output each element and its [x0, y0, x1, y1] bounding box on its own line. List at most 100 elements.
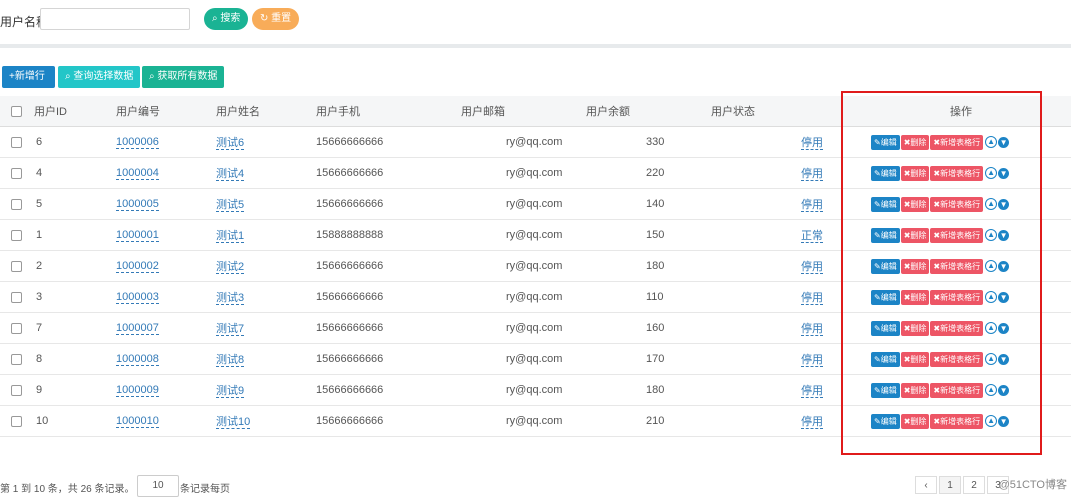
- edit-button[interactable]: ✎编辑: [871, 258, 900, 274]
- cell-name-link[interactable]: 测试2: [216, 261, 245, 274]
- edit-button[interactable]: ✎编辑: [871, 165, 900, 181]
- move-up-icon[interactable]: ▲: [985, 415, 998, 427]
- table-row[interactable]: 8 1000008 测试8 15666666666 ry@qq.com 170 停用 ✎编辑 ✖…: [0, 343, 1071, 375]
- edit-button[interactable]: ✎编辑: [871, 196, 900, 212]
- query-selected-button[interactable]: ⌕ 查询选择数据: [58, 66, 140, 88]
- row-checkbox[interactable]: [0, 126, 34, 158]
- add-table-row-button[interactable]: ✖新增表格行: [930, 196, 984, 212]
- edit-button[interactable]: ✎编辑: [871, 320, 900, 336]
- page-1[interactable]: 1: [939, 476, 961, 494]
- move-down-icon[interactable]: ▼: [998, 167, 1010, 179]
- edit-button[interactable]: ✎编辑: [871, 351, 900, 367]
- cell-name-link[interactable]: 测试10: [216, 416, 251, 429]
- move-up-icon[interactable]: ▲: [985, 167, 998, 179]
- cell-status-link[interactable]: 停用: [801, 385, 823, 398]
- move-up-icon[interactable]: ▲: [985, 322, 998, 334]
- delete-button[interactable]: ✖删除: [900, 413, 930, 429]
- row-checkbox[interactable]: [0, 281, 34, 313]
- cell-name-link[interactable]: 测试3: [216, 292, 245, 305]
- col-user-id[interactable]: 用户ID: [34, 96, 116, 127]
- page-size-select[interactable]: 10: [137, 475, 179, 497]
- move-up-icon[interactable]: ▲: [985, 229, 998, 241]
- table-row[interactable]: 10 1000010 测试10 15666666666 ry@qq.com 210 停用 ✎编…: [0, 405, 1071, 437]
- delete-button[interactable]: ✖删除: [900, 289, 930, 305]
- move-down-icon[interactable]: ▼: [998, 384, 1010, 396]
- table-row[interactable]: 2 1000002 测试2 15666666666 ry@qq.com 180 停用 ✎编辑 ✖…: [0, 250, 1071, 282]
- cell-code-link[interactable]: 1000010: [116, 415, 159, 428]
- delete-button[interactable]: ✖删除: [900, 258, 930, 274]
- table-row[interactable]: 5 1000005 测试5 15666666666 ry@qq.com 140 停用 ✎编辑 ✖…: [0, 188, 1071, 220]
- select-all-checkbox[interactable]: [0, 96, 34, 127]
- table-row[interactable]: 9 1000009 测试9 15666666666 ry@qq.com 180 停用 ✎编辑 ✖…: [0, 374, 1071, 406]
- cell-status-link[interactable]: 停用: [801, 168, 823, 181]
- cell-code-link[interactable]: 1000009: [116, 384, 159, 397]
- move-down-icon[interactable]: ▼: [998, 260, 1010, 272]
- edit-button[interactable]: ✎编辑: [871, 413, 900, 429]
- cell-code-link[interactable]: 1000005: [116, 198, 159, 211]
- prev-page[interactable]: ‹: [915, 476, 937, 494]
- cell-code-link[interactable]: 1000002: [116, 260, 159, 273]
- cell-name-link[interactable]: 测试9: [216, 385, 245, 398]
- get-all-button[interactable]: ⌕ 获取所有数据: [142, 66, 224, 88]
- cell-status-link[interactable]: 停用: [801, 416, 823, 429]
- col-user-balance[interactable]: 用户余额: [586, 96, 711, 127]
- edit-button[interactable]: ✎编辑: [871, 134, 900, 150]
- edit-button[interactable]: ✎编辑: [871, 227, 900, 243]
- add-table-row-button[interactable]: ✖新增表格行: [930, 165, 984, 181]
- cell-name-link[interactable]: 测试7: [216, 323, 245, 336]
- move-up-icon[interactable]: ▲: [985, 198, 998, 210]
- delete-button[interactable]: ✖删除: [900, 351, 930, 367]
- add-table-row-button[interactable]: ✖新增表格行: [930, 382, 984, 398]
- row-checkbox[interactable]: [0, 374, 34, 406]
- move-down-icon[interactable]: ▼: [998, 291, 1010, 303]
- add-table-row-button[interactable]: ✖新增表格行: [930, 258, 984, 274]
- cell-name-link[interactable]: 测试5: [216, 199, 245, 212]
- delete-button[interactable]: ✖删除: [900, 196, 930, 212]
- row-checkbox[interactable]: [0, 250, 34, 282]
- row-checkbox[interactable]: [0, 157, 34, 189]
- cell-status-link[interactable]: 停用: [801, 323, 823, 336]
- cell-code-link[interactable]: 1000001: [116, 229, 159, 242]
- cell-name-link[interactable]: 测试6: [216, 137, 245, 150]
- add-table-row-button[interactable]: ✖新增表格行: [930, 320, 984, 336]
- delete-button[interactable]: ✖删除: [900, 320, 930, 336]
- add-row-button[interactable]: +新增行: [2, 66, 55, 88]
- move-up-icon[interactable]: ▲: [985, 136, 998, 148]
- row-checkbox[interactable]: [0, 343, 34, 375]
- cell-status-link[interactable]: 停用: [801, 137, 823, 150]
- delete-button[interactable]: ✖删除: [900, 165, 930, 181]
- move-up-icon[interactable]: ▲: [985, 353, 998, 365]
- table-row[interactable]: 1 1000001 测试1 15888888888 ry@qq.com 150 正常 ✎编辑 ✖…: [0, 219, 1071, 251]
- col-user-email[interactable]: 用户邮箱: [461, 96, 586, 127]
- move-down-icon[interactable]: ▼: [998, 322, 1010, 334]
- col-user-status[interactable]: 用户状态: [711, 96, 851, 127]
- add-table-row-button[interactable]: ✖新增表格行: [930, 227, 984, 243]
- col-user-code[interactable]: 用户编号: [116, 96, 216, 127]
- col-user-name[interactable]: 用户姓名: [216, 96, 316, 127]
- delete-button[interactable]: ✖删除: [900, 227, 930, 243]
- move-down-icon[interactable]: ▼: [998, 136, 1010, 148]
- move-down-icon[interactable]: ▼: [998, 353, 1010, 365]
- cell-status-link[interactable]: 正常: [801, 230, 823, 243]
- cell-code-link[interactable]: 1000004: [116, 167, 159, 180]
- move-down-icon[interactable]: ▼: [998, 198, 1010, 210]
- row-checkbox[interactable]: [0, 188, 34, 220]
- edit-button[interactable]: ✎编辑: [871, 289, 900, 305]
- page-2[interactable]: 2: [963, 476, 985, 494]
- cell-status-link[interactable]: 停用: [801, 199, 823, 212]
- cell-status-link[interactable]: 停用: [801, 292, 823, 305]
- table-row[interactable]: 4 1000004 测试4 15666666666 ry@qq.com 220 停用 ✎编辑 ✖…: [0, 157, 1071, 189]
- cell-name-link[interactable]: 测试4: [216, 168, 245, 181]
- cell-name-link[interactable]: 测试1: [216, 230, 245, 243]
- reset-button[interactable]: ↻ 重置: [252, 8, 300, 30]
- move-up-icon[interactable]: ▲: [985, 291, 998, 303]
- table-row[interactable]: 7 1000007 测试7 15666666666 ry@qq.com 160 停用 ✎编辑 ✖…: [0, 312, 1071, 344]
- delete-button[interactable]: ✖删除: [900, 382, 930, 398]
- cell-code-link[interactable]: 1000003: [116, 291, 159, 304]
- cell-code-link[interactable]: 1000008: [116, 353, 159, 366]
- cell-status-link[interactable]: 停用: [801, 261, 823, 274]
- table-row[interactable]: 3 1000003 测试3 15666666666 ry@qq.com 110 停用 ✎编辑 ✖…: [0, 281, 1071, 313]
- edit-button[interactable]: ✎编辑: [871, 382, 900, 398]
- move-up-icon[interactable]: ▲: [985, 260, 998, 272]
- row-checkbox[interactable]: [0, 312, 34, 344]
